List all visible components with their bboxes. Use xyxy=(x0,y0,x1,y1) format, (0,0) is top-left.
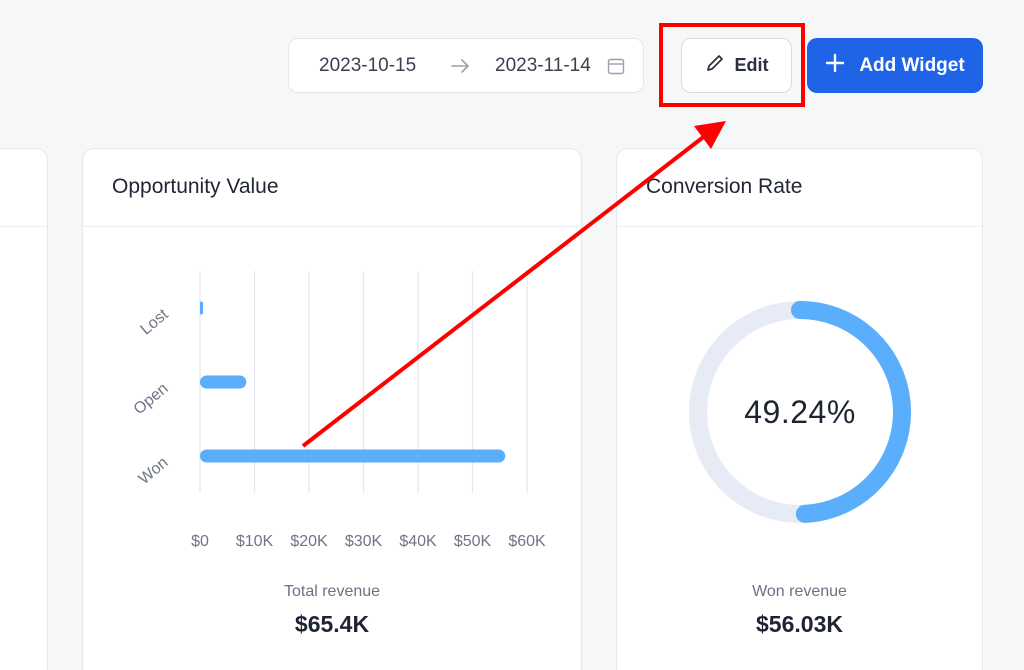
total-revenue-value: $65.4K xyxy=(294,611,370,637)
card-title: Conversion Rate xyxy=(646,175,803,198)
x-tick-label: $20K xyxy=(290,533,328,550)
x-tick-label: $60K xyxy=(508,533,546,550)
x-tick-label: $50K xyxy=(454,533,492,550)
pencil-icon xyxy=(705,53,725,78)
won-revenue-value: $56.03K xyxy=(756,611,843,637)
card-header: Opportunity Value xyxy=(83,149,581,227)
x-tick-label: $0 xyxy=(191,533,209,550)
date-end[interactable]: 2023-11-14 xyxy=(495,55,591,77)
category-label: Won xyxy=(136,454,172,488)
x-tick-label: $10K xyxy=(236,533,274,550)
bar-won[interactable] xyxy=(200,449,506,463)
total-revenue-label: Total revenue xyxy=(283,583,381,600)
opportunity-bar-chart: $0 $10K $20K $30K $40K $50K $60K Lost Open Won xyxy=(131,271,546,550)
bar-lost[interactable] xyxy=(200,301,203,315)
category-label: Lost xyxy=(137,306,172,339)
partial-widget-card xyxy=(0,148,48,670)
category-label: Open xyxy=(131,380,172,418)
add-widget-button[interactable]: Add Widget xyxy=(807,38,983,93)
edit-button[interactable]: Edit xyxy=(681,38,792,93)
annotation-arrowhead xyxy=(694,121,726,149)
opportunity-value-card[interactable]: Opportunity Value $0 $10K $20K $30K $40K $50K… xyxy=(82,148,582,670)
x-tick-label: $40K xyxy=(399,533,437,550)
add-widget-label: Add Widget xyxy=(859,54,965,76)
card-header xyxy=(0,149,47,227)
conversion-percent: 49.24% xyxy=(744,393,856,430)
edit-button-label: Edit xyxy=(734,55,769,75)
conversion-rate-card[interactable]: Conversion Rate 49.24% Won revenue $56.0… xyxy=(616,148,983,670)
card-header: Conversion Rate xyxy=(617,149,982,227)
date-start[interactable]: 2023-10-15 xyxy=(319,55,416,77)
card-title: Opportunity Value xyxy=(112,175,279,198)
won-revenue-label: Won revenue xyxy=(752,583,847,600)
date-range-picker[interactable]: 2023-10-15 2023-11-14 xyxy=(288,38,644,93)
bar-open[interactable] xyxy=(200,375,247,389)
x-tick-label: $30K xyxy=(345,533,383,550)
plus-icon xyxy=(825,53,845,79)
